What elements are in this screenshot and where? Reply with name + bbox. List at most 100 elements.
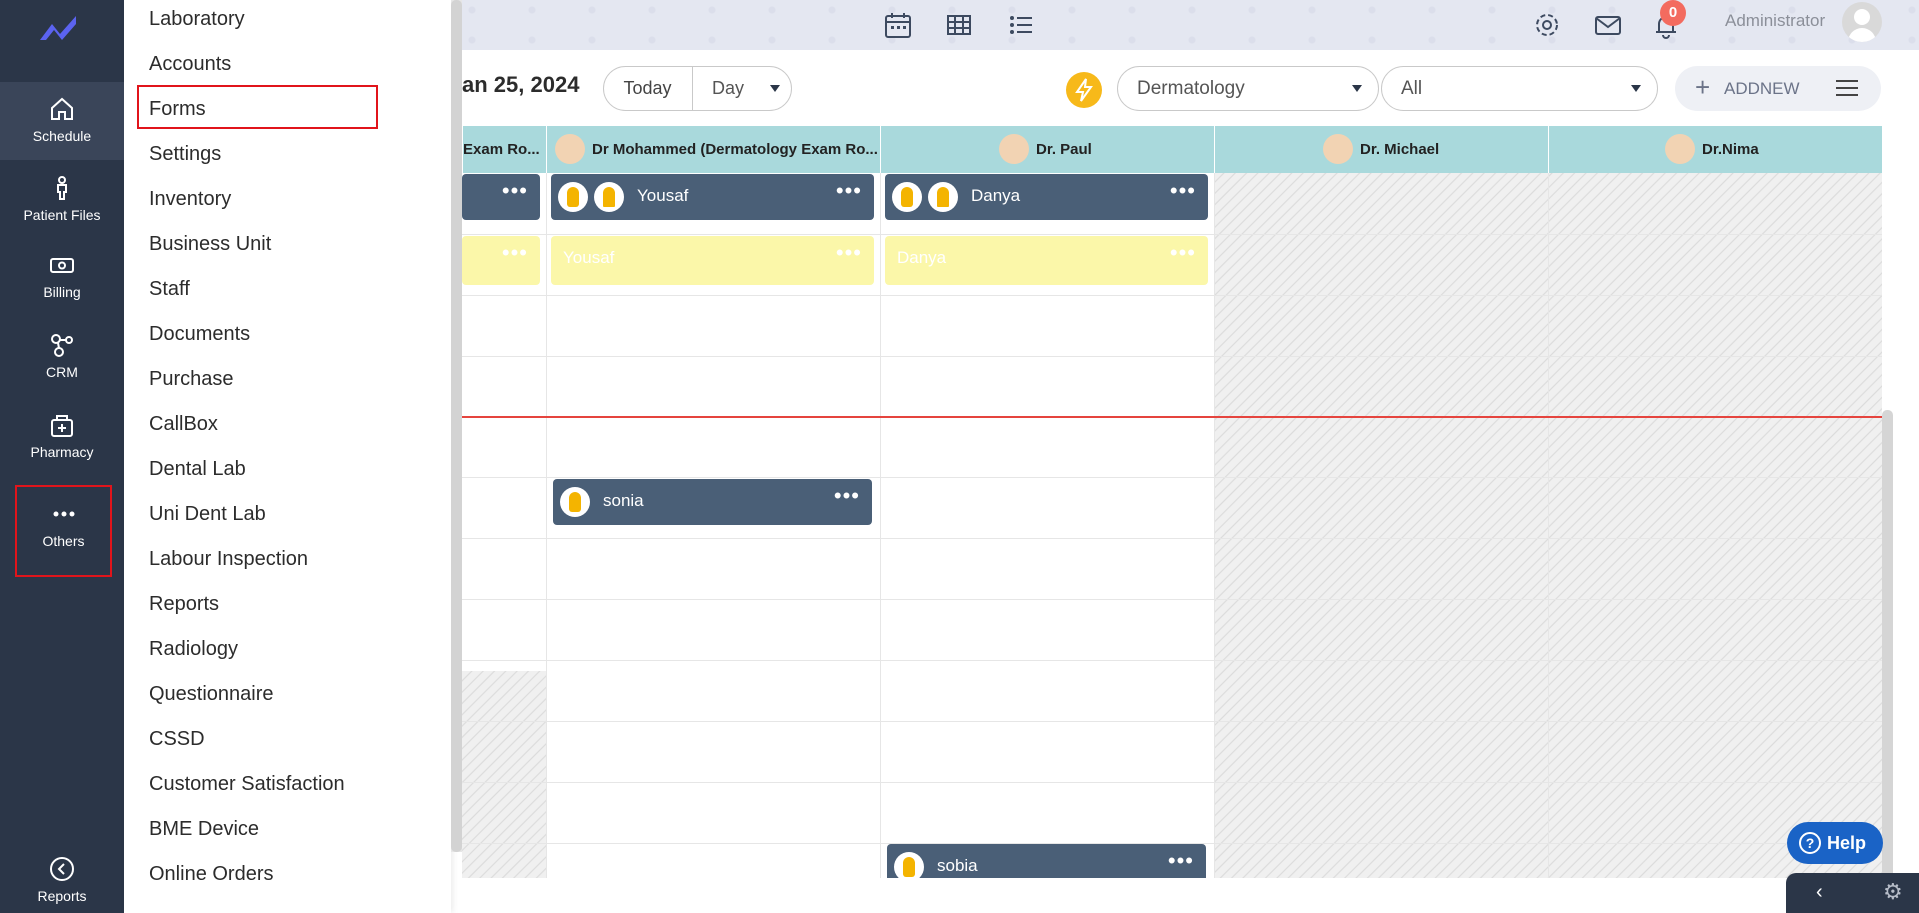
menu-item-reports[interactable]: Reports	[149, 593, 219, 616]
appointment-name: sobia	[937, 856, 978, 875]
more-options-icon[interactable]: •••	[502, 178, 528, 204]
appointment-card[interactable]: sobia •••	[887, 844, 1206, 878]
view-select[interactable]: Day	[712, 78, 744, 99]
quick-action-button[interactable]	[1066, 72, 1102, 108]
appointment-card-pending[interactable]: Danya •••	[885, 236, 1208, 285]
nav-pharmacy[interactable]: Pharmacy	[0, 398, 124, 476]
menu-item-callbox[interactable]: CallBox	[149, 413, 218, 436]
patient-icon	[892, 182, 922, 212]
notification-badge[interactable]: 0	[1660, 0, 1686, 26]
others-menu: Laboratory Accounts Forms Settings Inven…	[124, 0, 451, 913]
column-label: Exam Ro...	[463, 141, 540, 158]
time-row-line	[462, 721, 1882, 722]
nav-others[interactable]: Others	[15, 485, 112, 577]
nav-billing[interactable]: Billing	[0, 238, 124, 316]
app-logo[interactable]	[36, 10, 86, 50]
settings-gear-icon[interactable]	[1532, 10, 1562, 40]
more-icon	[53, 511, 74, 517]
appointment-name: Yousaf	[563, 248, 615, 267]
appointment-card-pending[interactable]: Yousaf •••	[551, 236, 874, 285]
menu-item-forms[interactable]: Forms	[149, 98, 206, 121]
user-avatar[interactable]	[1842, 2, 1882, 42]
time-row-line	[462, 599, 1882, 600]
time-row-line	[462, 660, 1882, 661]
menu-item-uni-dent-lab[interactable]: Uni Dent Lab	[149, 503, 266, 526]
nav-schedule[interactable]: Schedule	[0, 82, 124, 160]
column-label: Dr. Michael	[1360, 141, 1440, 158]
menu-item-customer-satisfaction[interactable]: Customer Satisfaction	[149, 773, 345, 796]
menu-item-business-unit[interactable]: Business Unit	[149, 233, 271, 256]
column-label: Dr. Paul	[1036, 141, 1092, 158]
menu-item-purchase[interactable]: Purchase	[149, 368, 234, 391]
menu-item-questionnaire[interactable]: Questionnaire	[149, 683, 274, 706]
appointment-card[interactable]: sonia •••	[553, 479, 872, 525]
menu-item-cssd[interactable]: CSSD	[149, 728, 205, 751]
menu-item-accounts[interactable]: Accounts	[149, 53, 231, 76]
question-icon: ?	[1799, 832, 1821, 854]
time-row-line	[462, 295, 1882, 296]
appointment-card[interactable]: Danya •••	[885, 174, 1208, 220]
crm-icon	[51, 334, 73, 357]
hamburger-menu-icon[interactable]	[1836, 80, 1858, 96]
gear-icon[interactable]: ⚙	[1883, 879, 1903, 905]
nav-label: Others	[42, 533, 85, 549]
help-button[interactable]: ? Help	[1787, 822, 1883, 864]
menu-item-online-orders[interactable]: Online Orders	[149, 863, 274, 886]
chevron-left-icon[interactable]: ‹	[1816, 881, 1823, 904]
table-view-icon[interactable]	[944, 10, 974, 40]
nav-crm[interactable]: CRM	[0, 318, 124, 396]
addnew-button[interactable]: + ADDNEW	[1675, 66, 1881, 111]
more-options-icon[interactable]: •••	[1170, 240, 1196, 266]
column-line	[546, 173, 547, 878]
menu-item-settings[interactable]: Settings	[149, 143, 221, 166]
pharmacy-icon	[51, 415, 73, 437]
list-view-icon[interactable]	[1006, 10, 1036, 40]
menu-item-inventory[interactable]: Inventory	[149, 188, 231, 211]
more-options-icon[interactable]: •••	[1168, 848, 1194, 874]
department-select[interactable]: Dermatology	[1117, 66, 1379, 111]
menu-item-laboratory[interactable]: Laboratory	[149, 8, 245, 31]
menu-item-documents[interactable]: Documents	[149, 323, 250, 346]
header-pattern	[462, 0, 1919, 50]
top-header	[462, 0, 1919, 50]
nav-reports[interactable]: Reports	[0, 842, 124, 913]
bottom-tool-panel: ‹ ⚙	[1786, 873, 1919, 913]
nav-label: Schedule	[32, 128, 92, 144]
patient-icon	[894, 852, 924, 878]
menu-item-staff[interactable]: Staff	[149, 278, 190, 301]
appointment-name: Yousaf	[637, 186, 689, 205]
menu-item-radiology[interactable]: Radiology	[149, 638, 238, 661]
calendar-view-icon[interactable]	[883, 10, 913, 40]
more-options-icon[interactable]: •••	[834, 483, 860, 509]
menu-scrollbar-thumb[interactable]	[451, 0, 462, 852]
filter-select[interactable]: All	[1381, 66, 1658, 111]
insurance-umbrella-icon	[594, 182, 624, 212]
grid-scrollbar[interactable]	[1882, 410, 1893, 880]
billing-icon	[50, 258, 74, 273]
mail-icon[interactable]	[1593, 10, 1623, 40]
appointment-card[interactable]: Yousaf •••	[551, 174, 874, 220]
column-label: Dr Mohammed (Dermatology Exam Ro...	[592, 141, 878, 158]
home-icon	[51, 97, 73, 120]
user-name[interactable]: Administrator	[1725, 11, 1825, 31]
more-options-icon[interactable]: •••	[836, 240, 862, 266]
avatar-silhouette-icon	[1848, 9, 1876, 42]
patient-icon	[558, 182, 588, 212]
menu-item-dental-lab[interactable]: Dental Lab	[149, 458, 246, 481]
time-row-line	[462, 477, 1882, 478]
menu-item-labour-inspection[interactable]: Labour Inspection	[149, 548, 308, 571]
menu-item-bme-device[interactable]: BME Device	[149, 818, 259, 841]
more-options-icon[interactable]: •••	[502, 240, 528, 266]
column-label: Dr.Nima	[1702, 141, 1759, 158]
more-options-icon[interactable]: •••	[836, 178, 862, 204]
column-header: Dr Mohammed (Dermatology Exam Ro...	[546, 126, 880, 173]
nav-patient-files[interactable]: Patient Files	[0, 161, 124, 239]
time-row-line	[462, 538, 1882, 539]
column-line	[1214, 173, 1215, 878]
appointment-card-pending[interactable]: •••	[462, 236, 540, 285]
more-options-icon[interactable]: •••	[1170, 178, 1196, 204]
time-row-line	[462, 234, 1882, 235]
today-button[interactable]: Today	[603, 66, 693, 111]
appointment-card[interactable]: •••	[462, 174, 540, 220]
time-row-line	[462, 356, 1882, 357]
